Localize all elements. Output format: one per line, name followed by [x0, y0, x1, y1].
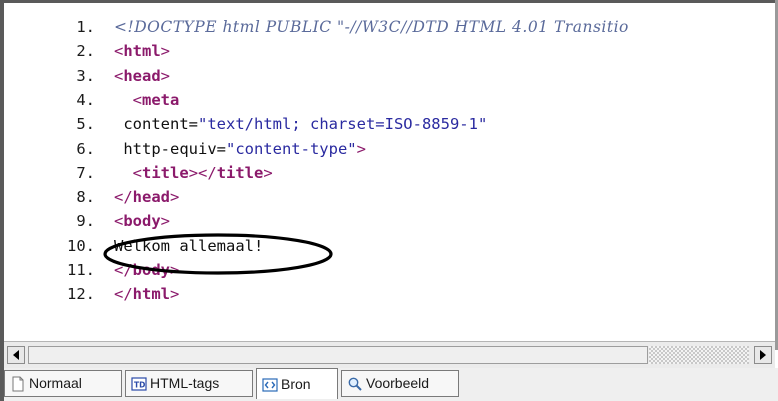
code-token-punct: > [356, 139, 366, 158]
arrow-right-icon [760, 350, 766, 360]
line-number: 8. [76, 188, 95, 207]
scroll-left-button[interactable] [7, 346, 25, 364]
code-token-punct: > [160, 66, 171, 85]
tab-bron[interactable]: Bron [256, 368, 338, 399]
scrollbar-track[interactable] [649, 346, 749, 364]
code-content: </html> [114, 283, 179, 305]
code-content: content="text/html; charset=ISO-8859-1" [114, 113, 487, 135]
code-token-tag: head [123, 66, 161, 85]
code-token-tag: title [142, 163, 189, 182]
td-tag-icon: TD [131, 377, 147, 391]
line-number: 4. [76, 90, 95, 109]
line-number: 2. [76, 42, 95, 61]
line-number: 12. [67, 285, 95, 304]
code-token-punct: < [114, 42, 124, 61]
scroll-right-button[interactable] [754, 346, 772, 364]
code-content: <title></title> [114, 162, 273, 184]
view-tab-bar: Normaal TD HTML-tags Bron Voorbeeld [4, 368, 778, 401]
code-token-str: "text/html; charset=ISO-8859-1" [198, 115, 488, 134]
code-token-punct: </ [114, 285, 133, 304]
code-token-tag: html [123, 42, 161, 61]
code-line: 1. <!DOCTYPE html PUBLIC "-//W3C//DTD HTM… [4, 16, 775, 38]
code-token-punct: < [132, 90, 143, 109]
code-content: <!DOCTYPE html PUBLIC "-//W3C//DTD HTML … [114, 16, 629, 38]
code-token-doctype: <!DOCTYPE html PUBLIC "-//W3C//DTD HTML … [114, 18, 629, 36]
code-token-punct: < [114, 212, 124, 231]
code-token-punct: </ [114, 261, 133, 279]
code-token-tag: head [132, 188, 170, 207]
magnifier-icon [348, 377, 362, 391]
source-code-editor[interactable]: 1. <!DOCTYPE html PUBLIC "-//W3C//DTD HTM… [4, 3, 775, 341]
code-line: 6. http-equiv="content-type"> [4, 138, 775, 160]
code-token-punct: ></ [188, 163, 217, 182]
tab-label: Bron [281, 376, 311, 392]
tab-label: Voorbeeld [366, 375, 430, 391]
code-token-tag: body [132, 261, 170, 279]
code-token-punct: </ [114, 188, 133, 207]
svg-text:TD: TD [134, 381, 145, 390]
code-token-text: Welkom allemaal! [114, 236, 264, 255]
scrollbar-thumb[interactable] [28, 346, 648, 364]
code-token-punct: < [114, 66, 124, 85]
arrow-left-icon [13, 350, 19, 360]
horizontal-scrollbar[interactable] [4, 341, 775, 368]
tab-label: Normaal [29, 375, 82, 391]
code-content: <html> [114, 40, 170, 62]
code-token-attr: http-equiv= [114, 139, 226, 158]
code-token-punct: > [170, 261, 180, 279]
code-content: <body> [114, 210, 170, 232]
code-token-punct: > [160, 42, 171, 61]
line-number: 9. [76, 212, 95, 231]
code-content: <head> [114, 65, 170, 87]
tab-html-tags[interactable]: TD HTML-tags [125, 370, 253, 397]
code-token-punct: > [263, 163, 273, 182]
code-line: 10. Welkom allemaal! [4, 235, 775, 257]
line-number: 11. [67, 261, 95, 279]
line-number: 1. [76, 18, 95, 36]
editor-window: 1. <!DOCTYPE html PUBLIC "-//W3C//DTD HTM… [0, 0, 778, 401]
line-number: 6. [76, 139, 95, 158]
code-line: 12. </html> [4, 283, 775, 305]
line-number: 3. [76, 66, 95, 85]
page-icon [12, 376, 24, 392]
code-token-tag: html [132, 285, 170, 304]
tab-voorbeeld[interactable]: Voorbeeld [341, 370, 459, 397]
code-token-tag: title [216, 163, 264, 182]
code-line: 3. <head> [4, 65, 775, 87]
code-line: 8. </head> [4, 186, 775, 208]
code-line: 9. <body> [4, 210, 775, 232]
tab-label: HTML-tags [150, 375, 220, 391]
code-token-punct: < [132, 163, 143, 182]
source-code-icon [262, 378, 278, 392]
code-token-tag: meta [142, 90, 180, 109]
code-token-punct: > [170, 188, 180, 207]
code-token-punct: > [170, 285, 180, 304]
tab-normaal[interactable]: Normaal [4, 370, 122, 397]
code-line: 7. <title></title> [4, 162, 775, 184]
code-token-tag: body [123, 212, 161, 231]
line-number: 5. [76, 115, 95, 134]
code-content: </body> [114, 259, 179, 281]
code-content: Welkom allemaal! [114, 235, 263, 257]
code-line: 5. content="text/html; charset=ISO-8859-… [4, 113, 775, 135]
code-content: http-equiv="content-type"> [114, 138, 366, 160]
code-line: 4. <meta [4, 89, 775, 111]
code-line: 2. <html> [4, 40, 775, 62]
code-token-attr: content= [114, 115, 198, 134]
code-token-punct: > [160, 212, 171, 231]
code-line: 11. </body> [4, 259, 775, 281]
code-token-str: "content-type" [225, 139, 357, 158]
line-number: 10. [67, 236, 95, 255]
code-content: <meta [114, 89, 180, 111]
line-number: 7. [76, 163, 95, 182]
code-content: </head> [114, 186, 179, 208]
